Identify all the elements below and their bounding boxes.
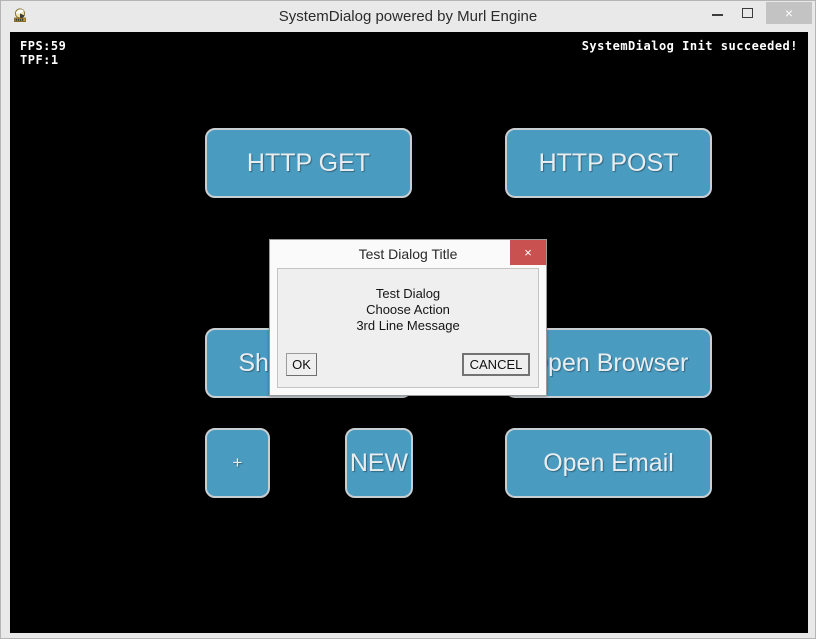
window-title-bar: SystemDialog powered by Murl Engine × — [1, 1, 815, 31]
test-dialog: Test Dialog Title × Test Dialog Choose Ac… — [269, 239, 547, 396]
minimize-button[interactable] — [702, 2, 732, 24]
dialog-title-bar: Test Dialog Title × — [270, 240, 546, 268]
window-title: SystemDialog powered by Murl Engine — [278, 8, 538, 25]
dialog-close-button[interactable]: × — [510, 240, 546, 265]
http-get-button[interactable]: HTTP GET — [205, 128, 412, 198]
dialog-close-icon: × — [524, 245, 532, 260]
dialog-ok-button[interactable]: OK — [286, 353, 317, 376]
maximize-button[interactable] — [732, 2, 762, 24]
dialog-message: Test Dialog Choose Action 3rd Line Message — [356, 286, 460, 333]
engine-render-canvas[interactable]: FPS:59 TPF:1 SystemDialog Init succeeded… — [10, 32, 808, 633]
maximize-icon — [732, 2, 762, 24]
dialog-body: Test Dialog Choose Action 3rd Line Message… — [277, 268, 539, 388]
close-icon: × — [784, 5, 794, 21]
close-button[interactable]: × — [766, 2, 812, 24]
http-post-button[interactable]: HTTP POST — [505, 128, 712, 198]
open-email-button[interactable]: Open Email — [505, 428, 712, 498]
tpf-counter: TPF:1 — [20, 53, 59, 67]
dialog-title: Test Dialog Title — [358, 246, 458, 262]
minimize-icon — [702, 2, 732, 24]
new-button[interactable]: NEW — [345, 428, 413, 498]
status-message: SystemDialog Init succeeded! — [581, 39, 798, 53]
dialog-cancel-button[interactable]: CANCEL — [462, 353, 530, 376]
plus-button[interactable]: + — [205, 428, 270, 498]
fps-counter: FPS:59 — [20, 39, 67, 53]
application-window: SystemDialog powered by Murl Engine × FP… — [0, 0, 816, 639]
